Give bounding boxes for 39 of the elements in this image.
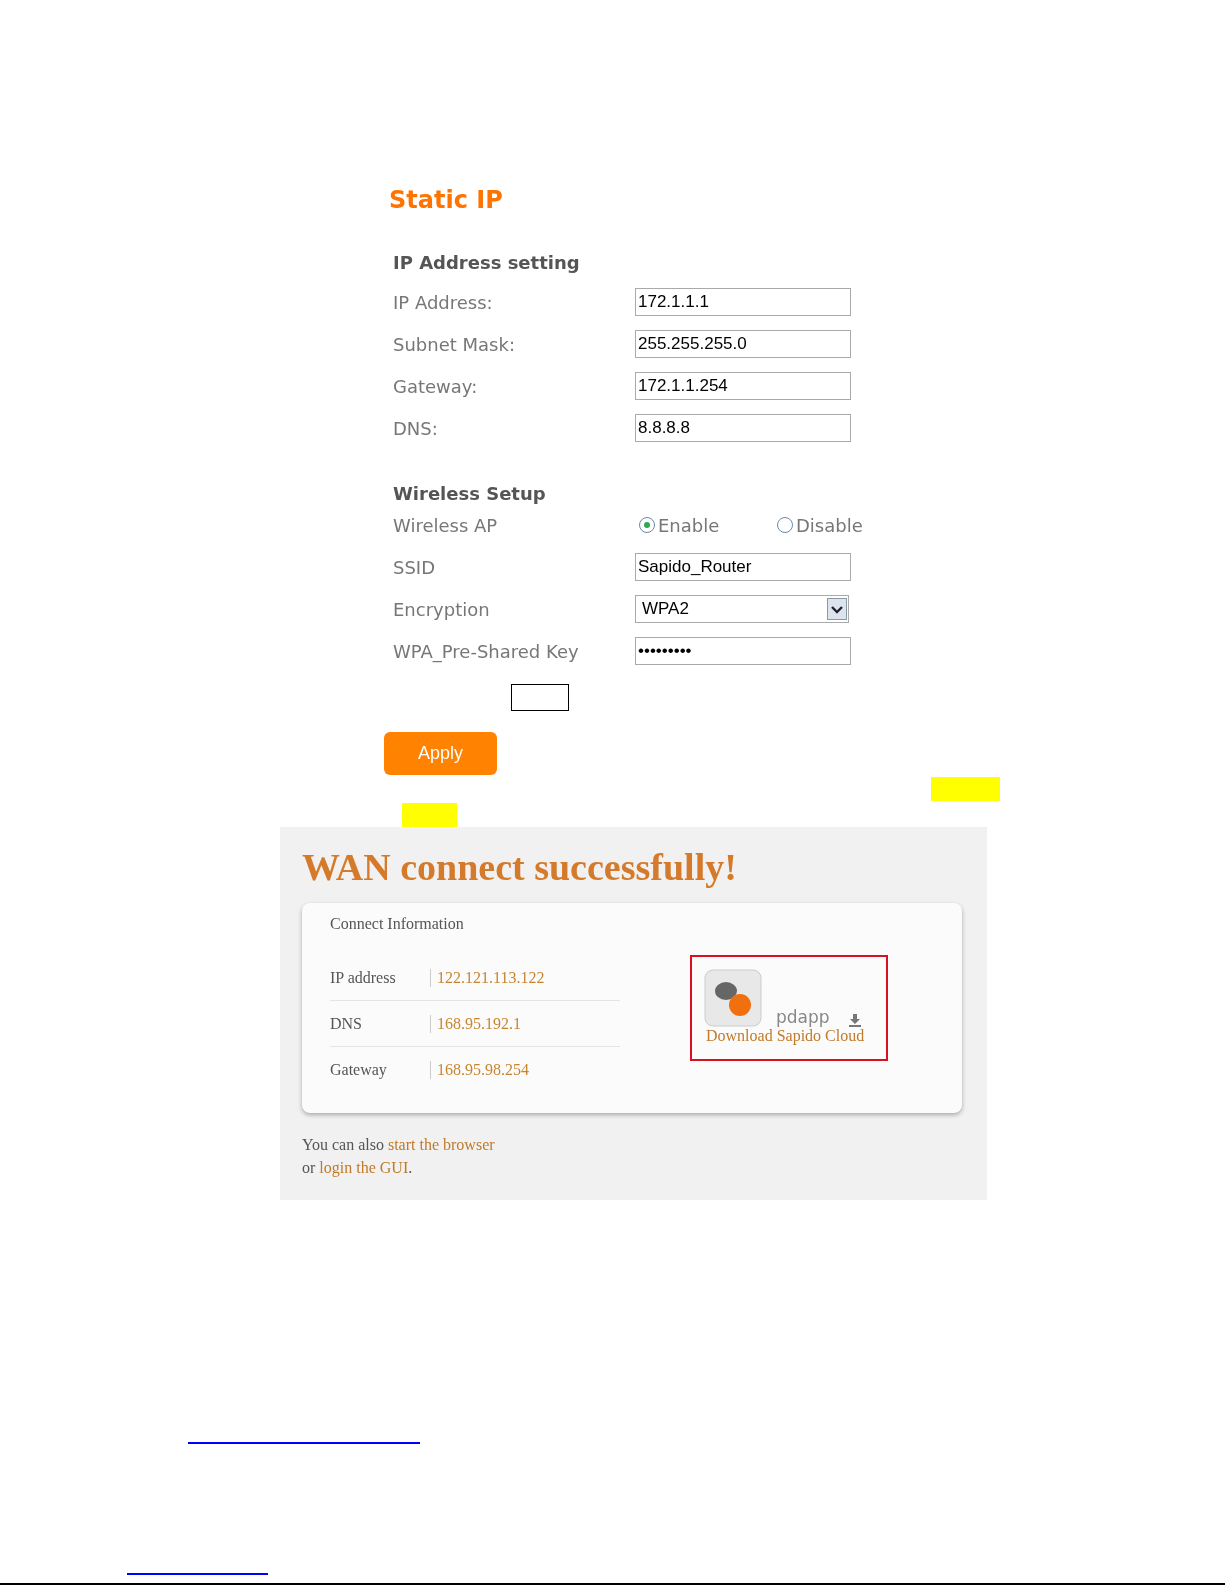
section-heading: Wireless Setup [393,483,547,504]
page-title: Static IP [389,186,504,214]
input-field[interactable]: 8.8.8.8 [635,414,851,442]
info-value: 168.95.192.1 [430,1014,521,1033]
radio-option[interactable]: Enable [639,514,777,536]
success-heading: WAN connect successfully! [302,845,738,889]
download-icon[interactable] [847,1013,862,1027]
footer-text: . [408,1159,413,1176]
field-label: IP Address: [393,291,494,313]
info-label: DNS [330,1014,363,1033]
app-name: pdapp [776,1007,830,1027]
info-label: Gateway [330,1060,388,1079]
input-field[interactable]: 255.255.255.0 [635,330,851,358]
radio-button[interactable] [639,517,655,533]
footer-text: or [302,1159,317,1176]
field-label: Gateway: [393,375,479,397]
field-label: Wireless AP [393,514,499,536]
field-label: WPA_Pre-Shared Key [393,640,580,662]
ssid-field[interactable]: Sapido_Router [635,553,851,581]
info-value: 168.95.98.254 [430,1060,529,1079]
field-label: Subnet Mask: [393,333,516,355]
encryption-select[interactable]: WPA2 [635,595,849,623]
radio-option[interactable]: Disable [777,514,915,536]
password-field[interactable]: ••••••••• [635,637,851,665]
section-heading: IP Address setting [393,252,581,273]
chat-app-icon[interactable] [704,969,762,1027]
highlight-mark [931,777,1000,801]
footer-text: You can also [302,1136,385,1153]
radio-button[interactable] [777,517,793,533]
highlight-mark [402,803,457,827]
field-label: Encryption [393,598,491,620]
info-value: 122.121.113.122 [430,968,545,987]
input-field[interactable]: 172.1.1.254 [635,372,851,400]
info-label: IP address [330,968,397,987]
card-title: Connect Information [330,915,465,933]
field-label: SSID [393,556,437,578]
input-field[interactable]: 172.1.1.1 [635,288,851,316]
empty-box [511,684,569,711]
field-label: DNS: [393,417,439,439]
